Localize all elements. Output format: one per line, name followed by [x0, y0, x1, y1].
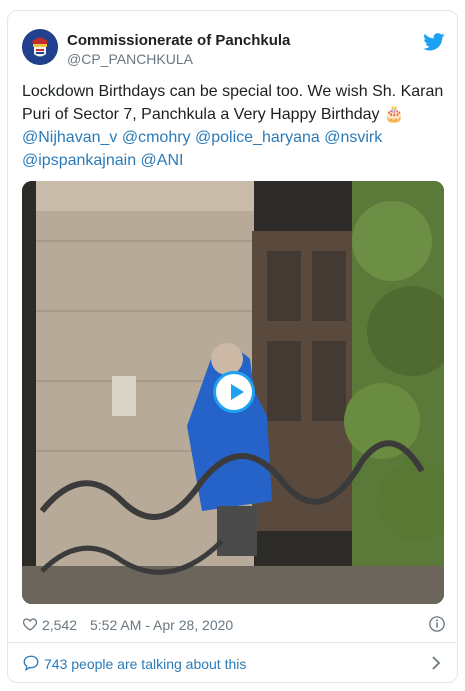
conversation-link[interactable]: 743 people are talking about this	[22, 653, 447, 675]
tweet-text: Lockdown Birthdays can be special too. W…	[22, 80, 447, 172]
mention-cmohry[interactable]: @cmohry	[122, 129, 191, 146]
mention-ipspankajnain[interactable]: @ipspankajnain	[22, 152, 136, 169]
mention-nijhavan-v[interactable]: @Nijhavan_v	[22, 129, 117, 146]
mention-police-haryana[interactable]: @police_haryana	[195, 129, 320, 146]
account-avatar[interactable]	[22, 29, 58, 65]
account-name[interactable]: Commissionerate of Panchkula	[67, 32, 290, 49]
mention-nsvirk[interactable]: @nsvirk	[324, 129, 382, 146]
mention-ani[interactable]: @ANI	[141, 152, 184, 169]
video-thumbnail[interactable]	[22, 181, 444, 604]
tweet-meta: 2,542 5:52 AM - Apr 28, 2020	[22, 615, 447, 635]
footer-divider	[8, 642, 457, 643]
tweet-card: Commissionerate of Panchkula @CP_PANCHKU…	[7, 10, 458, 683]
account-handle[interactable]: @CP_PANCHKULA	[67, 51, 193, 67]
twitter-bird-icon[interactable]	[423, 33, 445, 51]
birthday-cake-emoji: 🎂	[383, 106, 404, 123]
police-badge-icon	[22, 29, 58, 65]
speech-bubble-icon	[23, 655, 39, 672]
conversation-count: 743 people are talking about this	[44, 656, 247, 672]
chevron-right-icon	[432, 656, 441, 670]
play-icon	[231, 384, 244, 400]
info-icon[interactable]	[428, 615, 446, 633]
like-count[interactable]: 2,542	[42, 617, 77, 633]
tweet-body: Lockdown Birthdays can be special too. W…	[22, 83, 444, 123]
tweet-timestamp[interactable]: 5:52 AM - Apr 28, 2020	[90, 617, 233, 633]
heart-icon[interactable]	[22, 616, 38, 632]
play-button[interactable]	[213, 371, 255, 413]
